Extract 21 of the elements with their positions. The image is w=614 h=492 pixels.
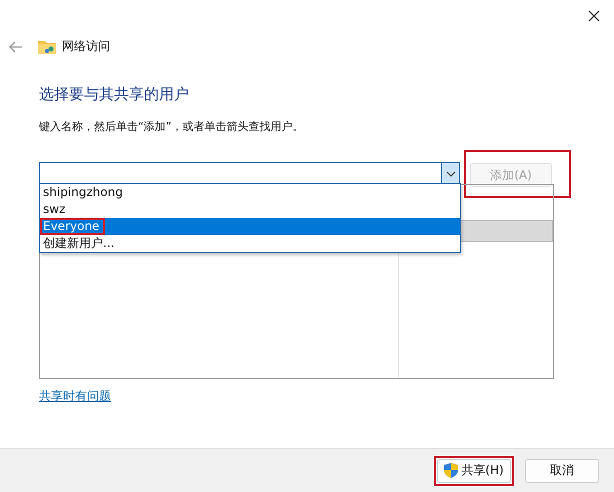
window-title: 网络访问 bbox=[62, 38, 110, 55]
option-label: shipingzhong bbox=[42, 184, 124, 201]
option-label: Everyone bbox=[40, 218, 106, 235]
option-label: 创建新用户... bbox=[42, 235, 116, 252]
shield-icon bbox=[444, 463, 458, 478]
dropdown-button[interactable] bbox=[441, 163, 459, 184]
dropdown-option[interactable]: Everyone bbox=[40, 218, 460, 235]
folder-icon bbox=[38, 38, 56, 54]
dropdown-option[interactable]: shipingzhong bbox=[40, 184, 460, 201]
user-combo-box[interactable] bbox=[39, 162, 460, 185]
cancel-button[interactable]: 取消 bbox=[525, 458, 599, 482]
dropdown-option[interactable]: swz bbox=[40, 201, 460, 218]
close-icon[interactable] bbox=[586, 8, 602, 24]
chevron-down-icon bbox=[446, 170, 456, 176]
dropdown-option[interactable]: 创建新用户... bbox=[40, 235, 460, 252]
help-link[interactable]: 共享时有问题 bbox=[39, 388, 111, 405]
instruction-text: 键入名称，然后单击“添加”，或者单击箭头查找用户。 bbox=[39, 119, 304, 134]
option-label: swz bbox=[42, 201, 66, 218]
page-heading: 选择要与其共享的用户 bbox=[39, 85, 190, 104]
back-arrow-icon[interactable] bbox=[9, 40, 23, 52]
share-button[interactable]: 共享(H) bbox=[437, 458, 511, 482]
